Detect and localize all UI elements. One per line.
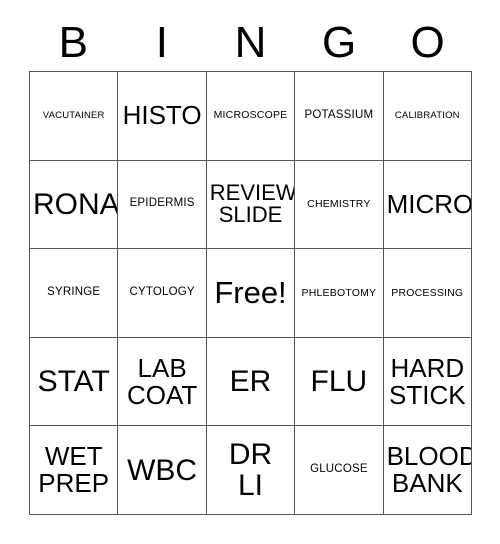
bingo-cell-label: BLOOD BANK bbox=[386, 441, 472, 499]
bingo-cell-free[interactable]: Free! bbox=[206, 249, 296, 338]
bingo-cell-label: CALIBRATION bbox=[394, 109, 460, 121]
bingo-cell-i3[interactable]: CYTOLOGY bbox=[118, 249, 207, 338]
bingo-cell-o2[interactable]: MICRO bbox=[383, 160, 472, 250]
bingo-cell-label: PROCESSING bbox=[391, 286, 464, 299]
bingo-cell-label: ER bbox=[229, 365, 272, 398]
bingo-cell-g2[interactable]: CHEMISTRY bbox=[295, 160, 384, 250]
bingo-cell-n1[interactable]: MICROSCOPE bbox=[206, 72, 296, 161]
bingo-cell-o3[interactable]: PROCESSING bbox=[383, 249, 472, 338]
bingo-header-letter-n: N bbox=[234, 17, 267, 67]
bingo-header-letter-i: I bbox=[155, 17, 168, 67]
bingo-card: B I N G O VACUTAINER HISTO MICROSCOPE PO… bbox=[0, 0, 500, 544]
bingo-cell-label: MICROSCOPE bbox=[213, 109, 288, 122]
bingo-cell-n2[interactable]: REVIEW SLIDE bbox=[206, 160, 296, 250]
bingo-cell-b5[interactable]: WET PREP bbox=[30, 426, 119, 515]
bingo-cell-g4[interactable]: FLU bbox=[295, 337, 384, 427]
bingo-grid: VACUTAINER HISTO MICROSCOPE POTASSIUM CA… bbox=[29, 71, 472, 515]
bingo-header-letter-b: B bbox=[58, 17, 88, 67]
bingo-cell-label: VACUTAINER bbox=[42, 109, 105, 121]
bingo-cell-o1[interactable]: CALIBRATION bbox=[383, 72, 472, 161]
bingo-cell-b1[interactable]: VACUTAINER bbox=[30, 72, 119, 161]
bingo-header-row: B I N G O bbox=[29, 14, 472, 71]
bingo-cell-label: REVIEW SLIDE bbox=[209, 179, 296, 228]
bingo-header-letter-g: G bbox=[321, 17, 357, 67]
bingo-cell-b4[interactable]: STAT bbox=[30, 337, 119, 427]
bingo-cell-g5[interactable]: GLUCOSE bbox=[295, 426, 384, 515]
bingo-cell-label: STAT bbox=[37, 365, 110, 398]
bingo-cell-b2[interactable]: RONA bbox=[30, 160, 119, 250]
bingo-cell-label: GLUCOSE bbox=[310, 463, 368, 476]
bingo-cell-label: EPIDERMIS bbox=[129, 197, 195, 210]
bingo-cell-n5[interactable]: DR LI bbox=[206, 426, 296, 515]
bingo-cell-label: LAB COAT bbox=[126, 352, 198, 410]
bingo-cell-label: WET PREP bbox=[38, 441, 110, 499]
bingo-cell-n4[interactable]: ER bbox=[206, 337, 296, 427]
bingo-cell-label: RONA bbox=[33, 187, 119, 221]
bingo-cell-g1[interactable]: POTASSIUM bbox=[295, 72, 384, 161]
bingo-cell-label: DR LI bbox=[228, 438, 273, 503]
bingo-cell-label: SYRINGE bbox=[47, 286, 101, 299]
bingo-cell-label: FLU bbox=[310, 365, 368, 398]
bingo-cell-o4[interactable]: HARD STICK bbox=[383, 337, 472, 427]
bingo-cell-i5[interactable]: WBC bbox=[118, 426, 207, 515]
bingo-free-space-label: Free! bbox=[214, 274, 287, 310]
bingo-cell-label: CHEMISTRY bbox=[307, 197, 371, 210]
bingo-cell-label: CYTOLOGY bbox=[129, 286, 195, 299]
bingo-cell-label: PHLEBOTOMY bbox=[301, 286, 377, 299]
bingo-cell-label: WBC bbox=[127, 453, 198, 487]
bingo-cell-g3[interactable]: PHLEBOTOMY bbox=[295, 249, 384, 338]
bingo-cell-i4[interactable]: LAB COAT bbox=[118, 337, 207, 427]
bingo-cell-label: HISTO bbox=[122, 100, 202, 131]
bingo-header-letter-o: O bbox=[410, 17, 445, 67]
bingo-cell-label: POTASSIUM bbox=[304, 108, 374, 121]
bingo-cell-b3[interactable]: SYRINGE bbox=[30, 249, 119, 338]
bingo-cell-o5[interactable]: BLOOD BANK bbox=[383, 426, 472, 515]
bingo-cell-i1[interactable]: HISTO bbox=[118, 72, 207, 161]
bingo-cell-label: HARD STICK bbox=[389, 352, 466, 410]
bingo-cell-label: MICRO bbox=[386, 188, 472, 219]
bingo-cell-i2[interactable]: EPIDERMIS bbox=[118, 160, 207, 250]
